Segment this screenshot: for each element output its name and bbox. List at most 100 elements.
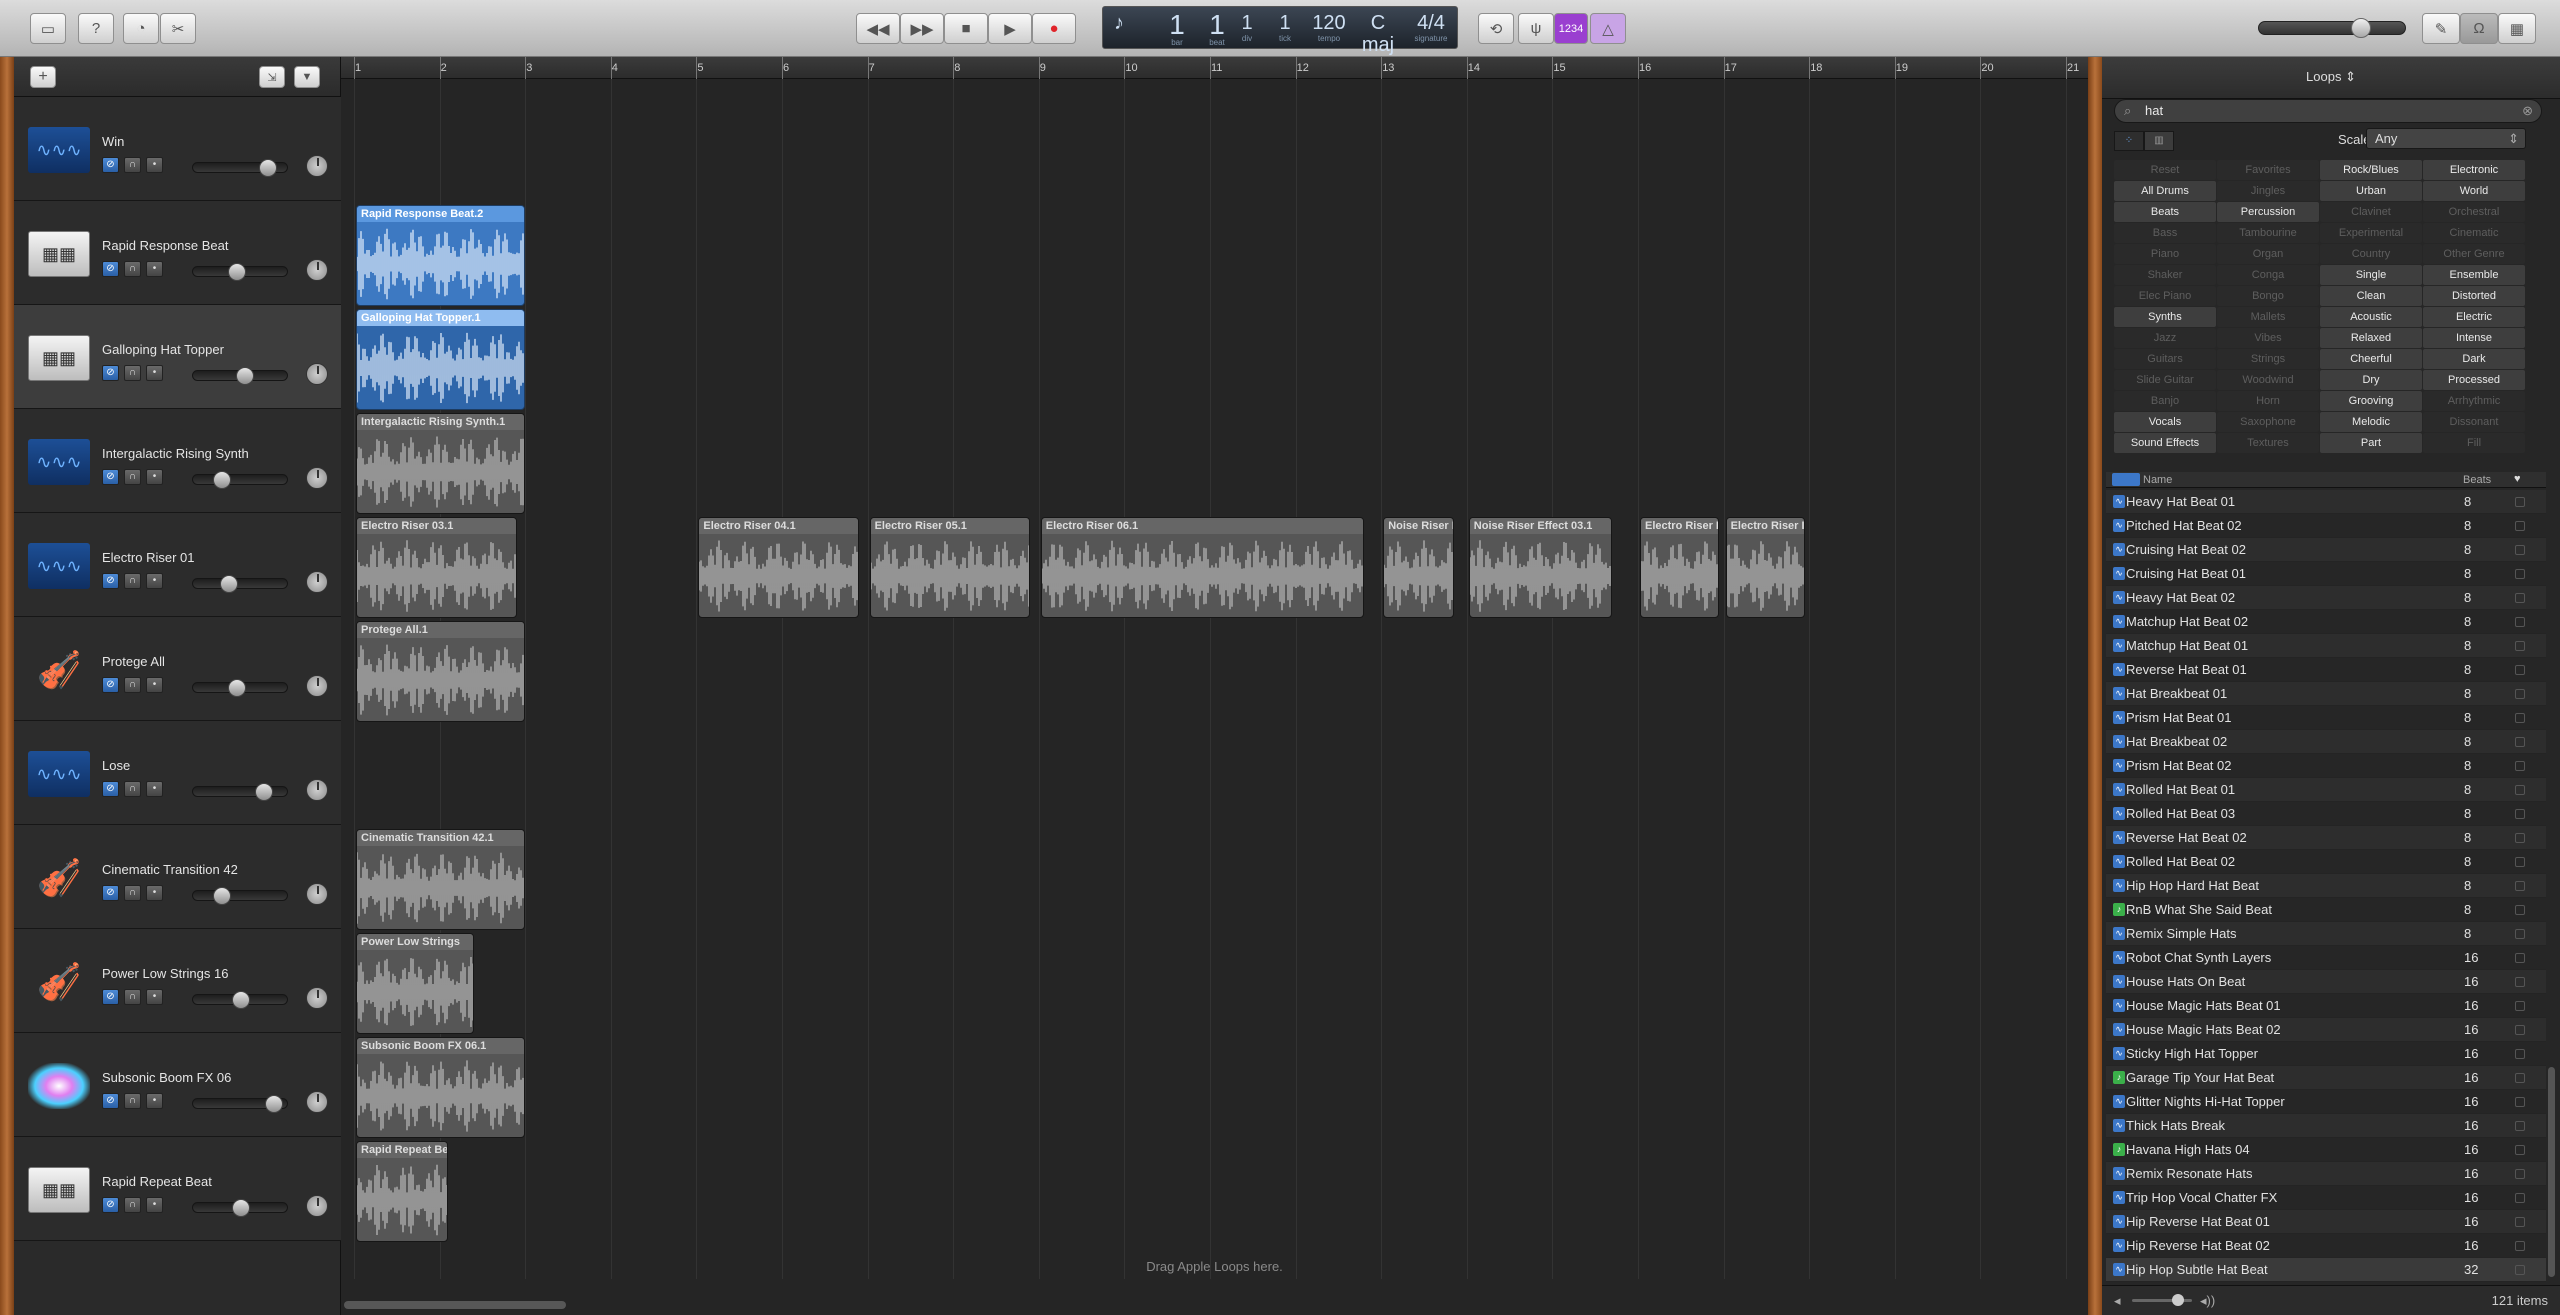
track-header[interactable]: ∿∿∿ Win ⊘ ∩ • xyxy=(14,97,341,201)
type-column-header[interactable] xyxy=(2112,473,2140,486)
favorite-checkbox[interactable] xyxy=(2515,977,2525,987)
loop-row[interactable]: ♪ Garage Tip Your Hat Beat 16 xyxy=(2106,1066,2546,1090)
quick-help-button[interactable]: ? xyxy=(78,13,114,44)
keyword-button[interactable]: Beats xyxy=(2114,202,2216,222)
audio-region[interactable]: Electro Riser I xyxy=(1725,517,1805,618)
keyword-button[interactable]: Tambourine xyxy=(2217,223,2319,243)
track-name[interactable]: Intergalactic Rising Synth xyxy=(102,446,249,461)
loop-row[interactable]: ∿ House Magic Hats Beat 01 16 xyxy=(2106,994,2546,1018)
loop-row[interactable]: ∿ House Hats On Beat 16 xyxy=(2106,970,2546,994)
keyword-button[interactable]: Bass xyxy=(2114,223,2216,243)
track-header[interactable]: ▦▦ Galloping Hat Topper ⊘ ∩ • xyxy=(14,305,341,409)
record-enable-button[interactable]: • xyxy=(146,469,163,485)
catch-button[interactable]: ⇲ xyxy=(259,66,285,88)
keyword-button[interactable]: Orchestral xyxy=(2423,202,2525,222)
loop-row[interactable]: ∿ Sticky High Hat Topper 16 xyxy=(2106,1042,2546,1066)
loop-row[interactable]: ∿ Cruising Hat Beat 01 8 xyxy=(2106,562,2546,586)
loop-row[interactable]: ∿ Trip Hop Vocal Chatter FX 16 xyxy=(2106,1186,2546,1210)
keyword-button[interactable]: Other Genre xyxy=(2423,244,2525,264)
favorite-checkbox[interactable] xyxy=(2515,1169,2525,1179)
favorite-checkbox[interactable] xyxy=(2515,665,2525,675)
loop-row[interactable]: ∿ Robot Chat Synth Layers 16 xyxy=(2106,946,2546,970)
audio-region[interactable]: Cinematic Transition 42.1 xyxy=(356,829,526,930)
track-volume-knob[interactable] xyxy=(259,159,277,177)
audio-region[interactable]: Power Low Strings xyxy=(356,933,474,1034)
track-volume-slider[interactable] xyxy=(192,575,288,593)
media-browser-button[interactable]: ▦ xyxy=(2498,13,2536,44)
keyword-button[interactable]: Distorted xyxy=(2423,286,2525,306)
keyword-button[interactable]: Banjo xyxy=(2114,391,2216,411)
loop-row[interactable]: ∿ Matchup Hat Beat 02 8 xyxy=(2106,610,2546,634)
track-pan-knob[interactable] xyxy=(306,571,328,593)
smart-controls-button[interactable]: ◔ xyxy=(123,13,159,44)
track-volume-slider[interactable] xyxy=(192,367,288,385)
keyword-button[interactable]: Strings xyxy=(2217,349,2319,369)
favorite-checkbox[interactable] xyxy=(2515,1241,2525,1251)
favorite-checkbox[interactable] xyxy=(2515,1193,2525,1203)
mute-button[interactable]: ⊘ xyxy=(102,365,119,381)
keyword-button[interactable]: Horn xyxy=(2217,391,2319,411)
audio-region[interactable]: Noise Riser I xyxy=(1383,517,1454,618)
record-enable-button[interactable]: • xyxy=(146,677,163,693)
favorite-checkbox[interactable] xyxy=(2515,953,2525,963)
track-pan-knob[interactable] xyxy=(306,883,328,905)
audio-region[interactable]: Electro Riser 03.1 xyxy=(356,517,517,618)
favorite-checkbox[interactable] xyxy=(2515,809,2525,819)
audio-region[interactable]: Intergalactic Rising Synth.1 xyxy=(356,413,526,514)
keyword-button[interactable]: Reset xyxy=(2114,160,2216,180)
track-header[interactable]: 🎻 Power Low Strings 16 ⊘ ∩ • xyxy=(14,929,341,1033)
keyword-button[interactable]: All Drums xyxy=(2114,181,2216,201)
audio-region[interactable]: Protege All.1 xyxy=(356,621,526,722)
name-column-header[interactable]: Name xyxy=(2143,474,2172,486)
keyword-button[interactable]: Shaker xyxy=(2114,265,2216,285)
mute-button[interactable]: ⊘ xyxy=(102,1197,119,1213)
loop-row[interactable]: ∿ Heavy Hat Beat 01 8 xyxy=(2106,490,2546,514)
editors-button[interactable]: ✂ xyxy=(160,13,196,44)
mute-button[interactable]: ⊘ xyxy=(102,885,119,901)
loop-row[interactable]: ∿ Thick Hats Break 16 xyxy=(2106,1114,2546,1138)
record-enable-button[interactable]: • xyxy=(146,573,163,589)
metronome-button[interactable]: △ xyxy=(1590,13,1626,44)
loop-row[interactable]: ∿ Hat Breakbeat 01 8 xyxy=(2106,682,2546,706)
loop-row[interactable]: ∿ Hip Hop Hard Hat Beat 8 xyxy=(2106,874,2546,898)
loop-row[interactable]: ∿ Hat Breakbeat 02 8 xyxy=(2106,730,2546,754)
loop-row[interactable]: ∿ Reverse Hat Beat 02 8 xyxy=(2106,826,2546,850)
keyword-button[interactable]: Dissonant xyxy=(2423,412,2525,432)
track-header[interactable]: 🎻 Cinematic Transition 42 ⊘ ∩ • xyxy=(14,825,341,929)
mute-button[interactable]: ⊘ xyxy=(102,989,119,1005)
keyword-button[interactable]: Fill xyxy=(2423,433,2525,453)
record-enable-button[interactable]: • xyxy=(146,261,163,277)
audio-region[interactable]: Galloping Hat Topper.1 xyxy=(356,309,526,410)
keyword-button[interactable]: Percussion xyxy=(2217,202,2319,222)
track-volume-knob[interactable] xyxy=(213,471,231,489)
beats-column-header[interactable]: Beats xyxy=(2463,474,2491,486)
keyword-button[interactable]: Vibes xyxy=(2217,328,2319,348)
favorite-checkbox[interactable] xyxy=(2515,1001,2525,1011)
track-volume-knob[interactable] xyxy=(232,991,250,1009)
ruler[interactable]: 1 2 3 4 5 6 7 8 9 10 11 12 13 14 15 16 17 18 19 20 21 xyxy=(341,57,2088,79)
favorite-checkbox[interactable] xyxy=(2515,593,2525,603)
loop-row[interactable]: ∿ Hip Reverse Hat Beat 02 16 xyxy=(2106,1234,2546,1258)
favorite-checkbox[interactable] xyxy=(2515,785,2525,795)
keyword-button[interactable]: Jingles xyxy=(2217,181,2319,201)
keyword-button[interactable]: Elec Piano xyxy=(2114,286,2216,306)
keyword-button[interactable]: Urban xyxy=(2320,181,2422,201)
loop-row[interactable]: ∿ Rolled Hat Beat 02 8 xyxy=(2106,850,2546,874)
track-pan-knob[interactable] xyxy=(306,675,328,697)
track-header[interactable]: ▦▦ Rapid Repeat Beat ⊘ ∩ • xyxy=(14,1137,341,1241)
loop-row[interactable]: ∿ Prism Hat Beat 02 8 xyxy=(2106,754,2546,778)
button-view-button[interactable]: ⁘ xyxy=(2114,131,2144,151)
track-name[interactable]: Lose xyxy=(102,758,130,773)
track-volume-knob[interactable] xyxy=(236,367,254,385)
keyword-button[interactable]: Conga xyxy=(2217,265,2319,285)
keyword-button[interactable]: Dark xyxy=(2423,349,2525,369)
favorite-checkbox[interactable] xyxy=(2515,881,2525,891)
solo-button[interactable]: ∩ xyxy=(124,781,141,797)
keyword-button[interactable]: Mallets xyxy=(2217,307,2319,327)
solo-button[interactable]: ∩ xyxy=(124,1093,141,1109)
track-volume-knob[interactable] xyxy=(213,887,231,905)
favorite-checkbox[interactable] xyxy=(2515,1025,2525,1035)
loop-row[interactable]: ∿ Remix Simple Hats 8 xyxy=(2106,922,2546,946)
keyword-button[interactable]: Organ xyxy=(2217,244,2319,264)
track-volume-slider[interactable] xyxy=(192,159,288,177)
